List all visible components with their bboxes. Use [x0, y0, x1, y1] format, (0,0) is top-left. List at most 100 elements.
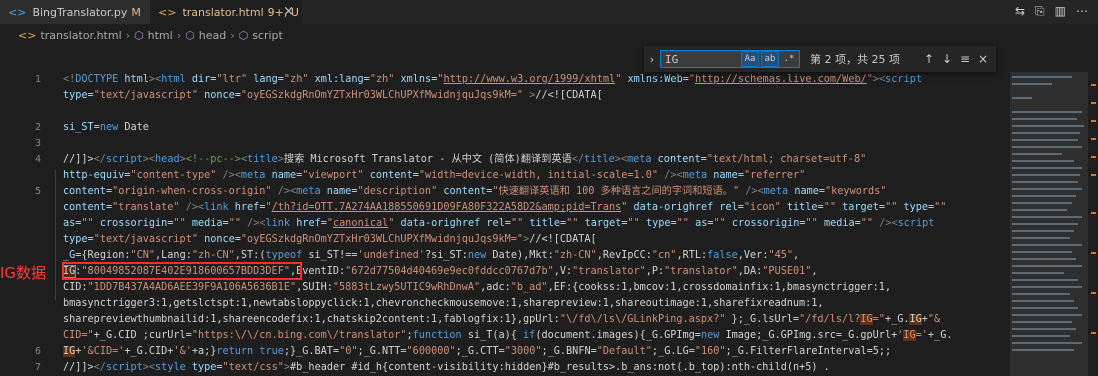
- code-line: IG+'&CID='+_G.CID+'&'+a;}return true;}_G…: [63, 346, 892, 357]
- minimap-line: [1012, 307, 1078, 309]
- whole-word-toggle[interactable]: ab: [761, 51, 779, 67]
- arrow-up-icon[interactable]: ↑: [920, 52, 938, 66]
- minimap-line: [1012, 300, 1074, 302]
- code-line: //]]></script><head><!--pc--><title>搜索 M…: [63, 154, 867, 165]
- find-input[interactable]: IG Aa ab .*: [660, 50, 800, 68]
- minimap-line: [1012, 279, 1078, 281]
- minimap-line: [1012, 139, 1078, 141]
- minimap-line: [1012, 314, 1082, 316]
- minimap-line: [1012, 251, 1072, 253]
- line-number: 5: [34, 186, 41, 197]
- search-match-marker: [1091, 212, 1096, 214]
- open-changes-icon[interactable]: ⎘: [1035, 4, 1045, 19]
- regex-toggle[interactable]: .*: [781, 52, 797, 66]
- minimap-line: [1012, 146, 1082, 148]
- search-match-marker: [1091, 292, 1096, 294]
- code-editor[interactable]: <!DOCTYPE html><html dir="ltr" lang="zh"…: [61, 72, 1003, 376]
- html-file-icon: <>: [18, 28, 37, 42]
- breadcrumb-file[interactable]: translator.html: [40, 29, 121, 42]
- minimap-line: [1012, 342, 1082, 344]
- minimap-line: [1012, 83, 1052, 85]
- minimap-line: [1012, 244, 1082, 246]
- minimap[interactable]: [1010, 72, 1088, 376]
- breadcrumb-html[interactable]: html: [148, 29, 173, 42]
- editor-tab-bar: <> BingTranslator.py M <> translator.htm…: [0, 0, 1098, 24]
- tab-translator-html[interactable]: <> translator.html 9+, U ×: [150, 0, 302, 24]
- minimap-line: [1012, 195, 1076, 197]
- minimap-line: [1012, 188, 1082, 190]
- minimap-line: [1012, 111, 1082, 113]
- minimap-line: [1012, 76, 1072, 78]
- code-line: //]]></script><style type="text/css">#b_…: [63, 362, 830, 373]
- split-editor-icon[interactable]: ▥: [1055, 4, 1066, 19]
- search-match-marker: [1091, 84, 1096, 86]
- code-line: content="origin-when-cross-origin" /><me…: [63, 186, 887, 197]
- chevron-right-icon: ›: [230, 28, 235, 42]
- code-line: bmasynctrigger3:1,getslctspt:1,newtabslo…: [63, 298, 824, 309]
- code-line: CID:"1DD7B437A4AD6AEE39F9A106A5636B1E",S…: [63, 282, 892, 293]
- tab-label: translator.html: [182, 5, 264, 19]
- search-match-marker: [1091, 156, 1096, 158]
- breadcrumb-head[interactable]: head: [199, 29, 226, 42]
- more-actions-icon[interactable]: ⋯: [1076, 4, 1088, 19]
- chevron-right-icon[interactable]: ›: [644, 53, 660, 66]
- breadcrumb-script[interactable]: script: [252, 29, 283, 42]
- indent-guide: [55, 170, 56, 300]
- find-in-selection-icon[interactable]: ≡: [956, 52, 974, 66]
- line-number: 6: [34, 346, 41, 357]
- element-icon: ⬡: [134, 28, 144, 42]
- line-number: 4: [34, 154, 41, 165]
- chevron-right-icon: ›: [125, 28, 131, 42]
- minimap-line: [1012, 335, 1070, 337]
- minimap-line: [1012, 209, 1067, 211]
- compare-icon[interactable]: ⇆: [1015, 4, 1025, 19]
- close-icon[interactable]: ×: [974, 52, 992, 66]
- line-number-gutter: 1 2 3 4 5 6 7: [0, 72, 55, 376]
- code-line: type="text/javascript" nonce="oyEGSzkdgR…: [63, 234, 597, 245]
- tab-status: M: [131, 5, 141, 19]
- minimap-line: [1012, 97, 1032, 99]
- minimap-line: [1012, 293, 1070, 295]
- code-line: type="text/javascript" nonce="oyEGSzkdgR…: [63, 90, 603, 101]
- minimap-line: [1012, 132, 1080, 134]
- minimap-line: [1012, 286, 1082, 288]
- element-icon: ⬡: [238, 28, 249, 42]
- minimap-line: [1012, 265, 1082, 267]
- annotation-label: IG数据: [0, 264, 47, 282]
- code-line: content="translate" /><link href="/th?id…: [63, 202, 947, 213]
- minimap-line: [1012, 223, 1078, 225]
- element-icon: ⬡: [185, 28, 195, 42]
- minimap-line: [1012, 230, 1074, 232]
- minimap-line: [1012, 160, 1074, 162]
- match-case-toggle[interactable]: Aa: [741, 51, 759, 67]
- minimap-line: [1012, 321, 1072, 323]
- code-line: http-equiv="content-type" /><meta name="…: [63, 170, 806, 181]
- minimap-line: [1012, 272, 1064, 274]
- line-number: 2: [34, 122, 41, 133]
- minimap-line: [1012, 328, 1076, 330]
- line-number: 1: [34, 74, 41, 85]
- line-number: 7: [34, 362, 41, 373]
- search-match-marker: [1091, 252, 1096, 254]
- minimap-line: [1012, 125, 1084, 127]
- close-icon[interactable]: ×: [283, 5, 294, 19]
- breadcrumb: <> translator.html › ⬡ html › ⬡ head › ⬡…: [0, 24, 1098, 46]
- minimap-line: [1012, 202, 1072, 204]
- editor-actions: ⇆ ⎘ ▥ ⋯: [1015, 4, 1088, 19]
- search-match-marker: [1091, 138, 1096, 140]
- minimap-line: [1012, 174, 1080, 176]
- minimap-line: [1012, 216, 1082, 218]
- html-file-icon: <>: [158, 5, 177, 19]
- code-line: sharepreviewthumbnailid:1,shareencodefix…: [63, 314, 941, 325]
- vertical-scrollbar[interactable]: [1088, 72, 1098, 376]
- minimap-line: [1012, 349, 1074, 351]
- code-line: CID="+_G.CID ;curUrl="https:\/\/cn.bing.…: [63, 330, 953, 341]
- minimap-line: [1012, 153, 1062, 155]
- match-count: 第 2 项，共 25 项: [810, 53, 900, 66]
- tab-bingtranslator-py[interactable]: <> BingTranslator.py M: [0, 0, 150, 24]
- annotation-box: [62, 262, 302, 280]
- arrow-down-icon[interactable]: ↓: [938, 52, 956, 66]
- minimap-line: [1012, 167, 1082, 169]
- python-file-icon: <>: [8, 5, 27, 19]
- code-line: si_ST=new Date: [63, 122, 149, 133]
